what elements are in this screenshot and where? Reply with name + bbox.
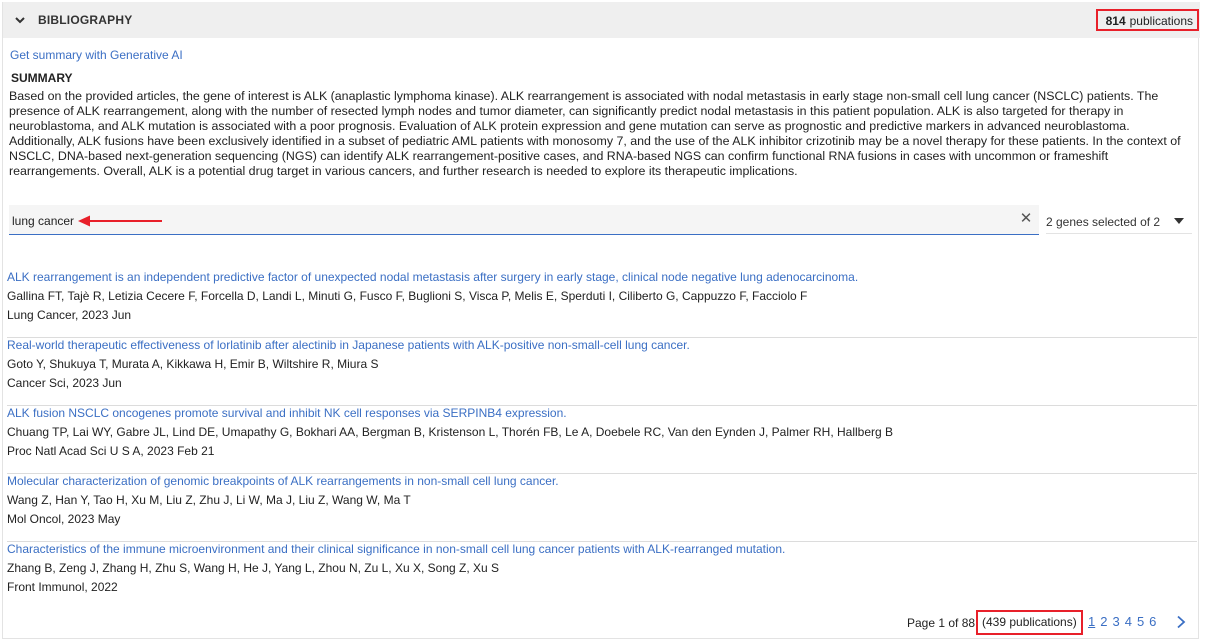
article-title-link[interactable]: Molecular characterization of genomic br… — [7, 474, 559, 488]
genes-filter-label: 2 genes selected of 2 — [1046, 215, 1161, 229]
article-item: Molecular characterization of genomic br… — [7, 474, 1197, 542]
article-authors: Chuang TP, Lai WY, Gabre JL, Lind DE, Um… — [7, 425, 894, 439]
page-link-2[interactable]: 2 — [1100, 614, 1107, 629]
filtered-publication-count: (439 publications) — [976, 610, 1083, 635]
article-journal: Front Immunol, 2022 — [7, 580, 118, 594]
red-arrow-icon — [78, 215, 162, 227]
page-link-6[interactable]: 6 — [1149, 614, 1156, 629]
article-title-link[interactable]: ALK fusion NSCLC oncogenes promote survi… — [7, 406, 567, 420]
publication-count-label: publications — [1129, 14, 1193, 28]
article-authors: Zhang B, Zeng J, Zhang H, Zhu S, Wang H,… — [7, 561, 500, 575]
article-journal: Proc Natl Acad Sci U S A, 2023 Feb 21 — [7, 444, 215, 458]
summary-heading: SUMMARY — [11, 71, 73, 85]
summary-text: Based on the provided articles, the gene… — [9, 89, 1181, 178]
genes-filter-dropdown[interactable]: 2 genes selected of 2 — [1046, 208, 1192, 234]
chevron-right-icon[interactable] — [1176, 615, 1186, 629]
publication-count-badge: 814 publications — [1095, 9, 1199, 31]
page-link-3[interactable]: 3 — [1112, 614, 1119, 629]
pagination: Page 1 of 88 (439 publications) 123456 — [0, 610, 1197, 635]
article-journal: Lung Cancer, 2023 Jun — [7, 308, 132, 322]
page-info: Page 1 of 88 — [907, 616, 976, 630]
generative-ai-summary-link[interactable]: Get summary with Generative AI — [10, 48, 183, 62]
article-journal: Cancer Sci, 2023 Jun — [7, 376, 122, 390]
article-item: ALK fusion NSCLC oncogenes promote survi… — [7, 406, 1197, 474]
section-title: BIBLIOGRAPHY — [38, 13, 133, 27]
article-authors: Wang Z, Han Y, Tao H, Xu M, Liu Z, Zhu J… — [7, 493, 411, 507]
article-item: ALK rearrangement is an independent pred… — [7, 270, 1197, 338]
bibliography-header[interactable]: BIBLIOGRAPHY 814 publications — [3, 2, 1200, 38]
close-icon[interactable]: ✕ — [1019, 211, 1033, 226]
article-title-link[interactable]: Characteristics of the immune microenvir… — [7, 542, 785, 556]
article-authors: Goto Y, Shukuya T, Murata A, Kikkawa H, … — [7, 357, 379, 371]
publication-count-number: 814 — [1105, 14, 1126, 28]
page-link-5[interactable]: 5 — [1137, 614, 1144, 629]
page-link-1[interactable]: 1 — [1088, 614, 1095, 629]
article-item: Real-world therapeutic effectiveness of … — [7, 338, 1197, 406]
article-authors: Gallina FT, Tajè R, Letizia Cecere F, Fo… — [7, 289, 808, 303]
chevron-down-icon[interactable] — [14, 14, 26, 26]
article-title-link[interactable]: ALK rearrangement is an independent pred… — [7, 270, 858, 284]
article-title-link[interactable]: Real-world therapeutic effectiveness of … — [7, 338, 690, 352]
search-field[interactable]: ✕ — [9, 205, 1039, 235]
article-item: Characteristics of the immune microenvir… — [7, 542, 1197, 610]
caret-down-icon[interactable] — [1174, 218, 1184, 224]
page-links: 123456 — [1088, 614, 1161, 632]
page-link-4[interactable]: 4 — [1125, 614, 1132, 629]
article-journal: Mol Oncol, 2023 May — [7, 512, 121, 526]
